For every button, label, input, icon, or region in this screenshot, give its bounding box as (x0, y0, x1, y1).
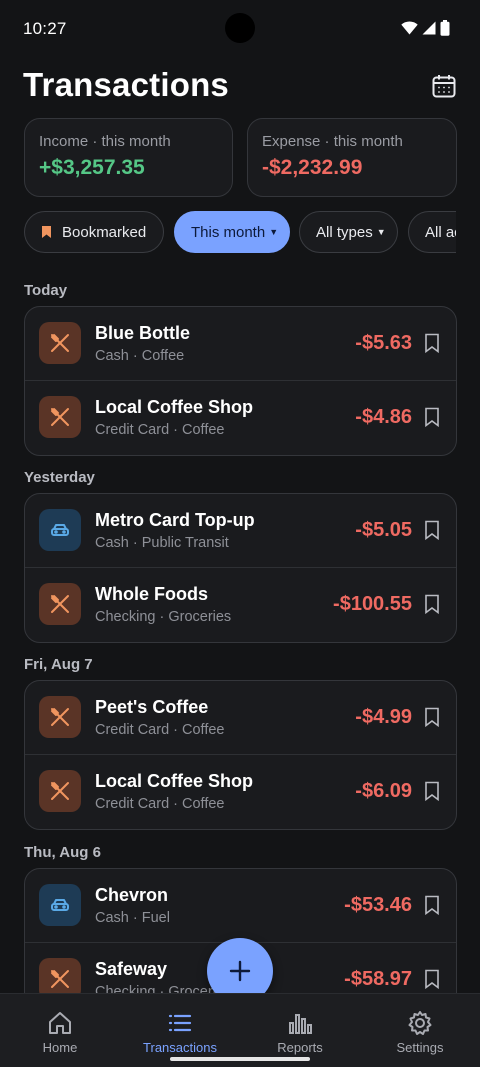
transaction-account: Credit Card · Coffee (95, 796, 225, 812)
income-label: Income · this month (39, 133, 171, 150)
section-header-today: Today (24, 282, 68, 299)
signal-icon (422, 21, 436, 35)
bookmark-icon[interactable] (424, 333, 440, 353)
calendar-icon (432, 75, 456, 98)
car-icon (39, 509, 81, 551)
transaction-amount: -$5.63 (355, 332, 412, 354)
utensils-icon (39, 583, 81, 625)
expense-label: Expense · this month (262, 133, 403, 150)
income-value: +$3,257.35 (39, 156, 145, 179)
utensils-icon (39, 396, 81, 438)
bookmark-icon[interactable] (424, 895, 440, 915)
transaction-name: Local Coffee Shop (95, 397, 254, 417)
status-time: 10:27 (23, 19, 67, 38)
bookmarked-filter-chip[interactable]: Bookmarked (24, 211, 164, 253)
transaction-amount: -$100.55 (333, 593, 412, 615)
wifi-icon (401, 21, 418, 35)
calendar-button[interactable] (428, 70, 460, 102)
accounts-filter-chip[interactable]: All ac (408, 211, 456, 253)
transaction-amount: -$4.99 (355, 706, 412, 728)
period-chip-label: This month (191, 223, 266, 241)
period-filter-chip[interactable]: This month ▼ (174, 211, 290, 253)
transaction-row[interactable]: Blue Bottle Cash · Coffee -$5.63 (25, 307, 456, 381)
transaction-amount: -$5.05 (355, 519, 412, 541)
transaction-amount: -$53.46 (344, 894, 412, 916)
camera-cutout (225, 13, 255, 43)
types-filter-chip[interactable]: All types ▼ (299, 211, 398, 253)
transaction-group-today: Blue Bottle Cash · Coffee -$5.63 Local C… (24, 306, 457, 456)
list-icon (166, 1008, 194, 1038)
transaction-account: Credit Card · Coffee (95, 722, 225, 738)
transaction-name: Chevron (95, 885, 169, 905)
transaction-name: Safeway (95, 959, 168, 979)
section-header-thu-aug-6: Thu, Aug 6 (24, 844, 101, 861)
plus-icon (229, 960, 251, 982)
nav-label-home: Home (42, 1040, 78, 1055)
transaction-account: Cash · Public Transit (95, 535, 229, 551)
chevron-down-icon: ▼ (376, 227, 386, 237)
bookmark-filled-icon (42, 226, 51, 238)
utensils-icon (39, 696, 81, 738)
transaction-account: Cash · Fuel (95, 910, 170, 926)
bookmark-icon[interactable] (424, 707, 440, 727)
nav-label-transactions: Transactions (143, 1040, 217, 1055)
bookmarked-chip-label: Bookmarked (62, 223, 147, 241)
car-icon (39, 884, 81, 926)
section-header-yesterday: Yesterday (24, 469, 95, 486)
section-header-fri-aug-7: Fri, Aug 7 (24, 656, 93, 673)
status-bar: 10:27 (0, 0, 480, 58)
battery-icon (440, 20, 450, 36)
nav-label-reports: Reports (277, 1040, 323, 1055)
accounts-chip-label: All ac (425, 223, 456, 241)
transaction-amount: -$58.97 (344, 968, 412, 990)
home-indicator (170, 1057, 310, 1061)
bottom-nav: Home Transactions Reports Settings (0, 993, 480, 1067)
types-chip-label: All types (316, 223, 373, 241)
transaction-name: Whole Foods (95, 584, 208, 604)
transaction-row[interactable]: Local Coffee Shop Credit Card · Coffee -… (25, 381, 456, 455)
transaction-account: Checking · Groceries (95, 609, 232, 625)
transaction-name: Local Coffee Shop (95, 771, 254, 791)
income-summary-card: Income · this month +$3,257.35 (24, 118, 233, 197)
transaction-amount: -$6.09 (355, 780, 412, 802)
transaction-account: Cash · Coffee (95, 348, 185, 364)
transaction-row[interactable]: Local Coffee Shop Credit Card · Coffee -… (25, 755, 456, 829)
transaction-group-yesterday: Metro Card Top-up Cash · Public Transit … (24, 493, 457, 643)
bar-chart-icon (286, 1008, 314, 1038)
utensils-icon (39, 770, 81, 812)
transaction-name: Peet's Coffee (95, 697, 209, 717)
status-icons (401, 20, 450, 36)
bookmark-icon[interactable] (424, 407, 440, 427)
transaction-name: Blue Bottle (95, 323, 191, 343)
chevron-down-icon: ▼ (269, 227, 279, 237)
expense-summary-card: Expense · this month -$2,232.99 (247, 118, 457, 197)
transaction-group-fri-aug-7: Peet's Coffee Credit Card · Coffee -$4.9… (24, 680, 457, 830)
page-title: Transactions (23, 66, 229, 103)
transaction-row[interactable]: Metro Card Top-up Cash · Public Transit … (25, 494, 456, 568)
bookmark-icon[interactable] (424, 520, 440, 540)
filter-chips: Bookmarked This month ▼ All types ▼ All … (24, 211, 456, 253)
expense-value: -$2,232.99 (262, 156, 363, 179)
transaction-amount: -$4.86 (355, 406, 412, 428)
bookmark-icon[interactable] (424, 594, 440, 614)
transaction-row[interactable]: Whole Foods Checking · Groceries -$100.5… (25, 568, 456, 642)
gear-icon (406, 1008, 434, 1038)
transaction-row[interactable]: Chevron Cash · Fuel -$53.46 (25, 869, 456, 943)
utensils-icon (39, 322, 81, 364)
transaction-account: Credit Card · Coffee (95, 422, 225, 438)
bookmark-icon[interactable] (424, 969, 440, 989)
nav-label-settings: Settings (396, 1040, 444, 1055)
nav-item-settings[interactable]: Settings (360, 994, 480, 1067)
transaction-row[interactable]: Peet's Coffee Credit Card · Coffee -$4.9… (25, 681, 456, 755)
transaction-name: Metro Card Top-up (95, 510, 255, 530)
nav-item-home[interactable]: Home (0, 994, 120, 1067)
bookmark-icon[interactable] (424, 781, 440, 801)
home-icon (46, 1008, 74, 1038)
